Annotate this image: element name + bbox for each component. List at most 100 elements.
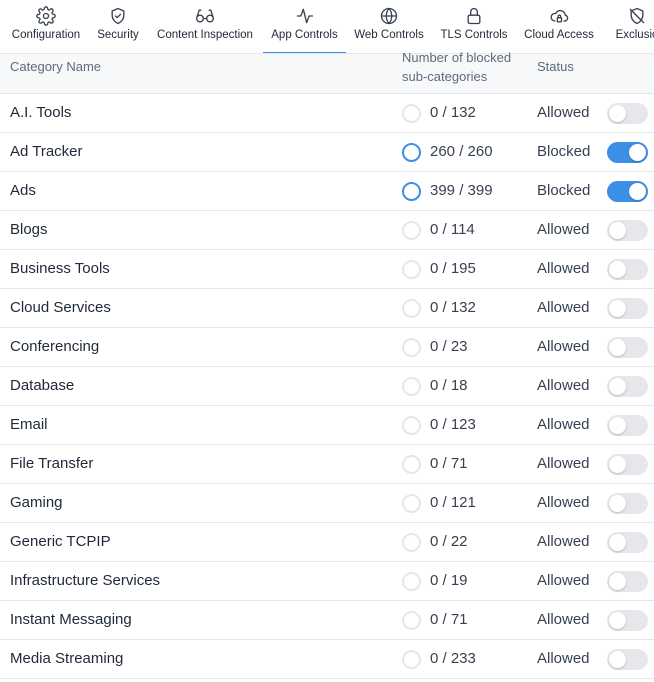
gear-icon <box>36 6 56 26</box>
block-toggle[interactable] <box>607 181 648 202</box>
blocked-progress-ring <box>402 377 421 396</box>
status-text: Allowed <box>537 260 590 277</box>
tab-tls-controls[interactable]: TLS Controls <box>438 0 510 53</box>
category-name: Blogs <box>10 221 48 238</box>
toggle-knob <box>609 378 626 395</box>
blocked-progress-ring <box>402 572 421 591</box>
status-text: Allowed <box>537 494 590 511</box>
toggle-knob <box>609 105 626 122</box>
category-name: Business Tools <box>10 260 110 277</box>
blocked-progress-ring <box>402 455 421 474</box>
tab-content-inspection[interactable]: Content Inspection <box>153 0 257 53</box>
block-toggle[interactable] <box>607 610 648 631</box>
status-text: Allowed <box>537 416 590 433</box>
blocked-count: 0 / 18 <box>430 377 468 394</box>
table-row[interactable]: Database 0 / 18 Allowed <box>0 367 654 406</box>
table-row[interactable]: Blogs 0 / 114 Allowed <box>0 211 654 250</box>
table-row[interactable]: Email 0 / 123 Allowed <box>0 406 654 445</box>
block-toggle[interactable] <box>607 142 648 163</box>
lock-icon <box>467 7 481 25</box>
blocked-count: 0 / 121 <box>430 494 476 511</box>
shield-off-icon <box>629 7 645 25</box>
block-toggle[interactable] <box>607 103 648 124</box>
category-name: Ad Tracker <box>10 143 83 160</box>
blocked-progress-ring <box>402 182 421 201</box>
toggle-knob <box>609 261 626 278</box>
column-header-blocked-count[interactable]: Number of blocked sub-categories <box>402 48 532 86</box>
blocked-count: 399 / 399 <box>430 182 493 199</box>
toggle-knob <box>609 573 626 590</box>
toggle-knob <box>609 612 626 629</box>
toggle-knob <box>609 339 626 356</box>
block-toggle[interactable] <box>607 337 648 358</box>
column-header-status[interactable]: Status <box>537 59 574 74</box>
block-toggle[interactable] <box>607 571 648 592</box>
block-toggle[interactable] <box>607 532 648 553</box>
block-toggle[interactable] <box>607 649 648 670</box>
tab-exclusions[interactable]: Exclusio <box>608 0 654 53</box>
blocked-progress-ring <box>402 299 421 318</box>
tab-cloud-access[interactable]: Cloud Access <box>520 0 598 53</box>
block-toggle[interactable] <box>607 493 648 514</box>
tab-label: Content Inspection <box>157 29 253 41</box>
tab-label: Security <box>97 29 139 41</box>
category-name: A.I. Tools <box>10 104 72 121</box>
blocked-count: 0 / 132 <box>430 104 476 121</box>
glasses-icon <box>196 9 214 23</box>
category-name: Generic TCPIP <box>10 533 111 550</box>
status-text: Allowed <box>537 572 590 589</box>
toggle-knob <box>609 222 626 239</box>
blocked-count: 0 / 23 <box>430 338 468 355</box>
block-toggle[interactable] <box>607 376 648 397</box>
table-row[interactable]: Ads 399 / 399 Blocked <box>0 172 654 211</box>
column-header-line: Number of blocked <box>402 50 512 65</box>
status-text: Allowed <box>537 377 590 394</box>
blocked-count: 0 / 19 <box>430 572 468 589</box>
tab-app-controls[interactable]: App Controls <box>263 0 346 53</box>
blocked-progress-ring <box>402 494 421 513</box>
tab-label: TLS Controls <box>440 29 508 41</box>
toggle-knob <box>609 534 626 551</box>
blocked-count: 0 / 71 <box>430 455 468 472</box>
tab-web-controls[interactable]: Web Controls <box>352 0 426 53</box>
block-toggle[interactable] <box>607 454 648 475</box>
block-toggle[interactable] <box>607 259 648 280</box>
blocked-count: 0 / 22 <box>430 533 468 550</box>
column-header-category-name[interactable]: Category Name <box>10 59 101 74</box>
category-name: Ads <box>10 182 36 199</box>
status-text: Allowed <box>537 221 590 238</box>
tab-configuration[interactable]: Configuration <box>8 0 84 53</box>
tab-label: Configuration <box>11 29 81 41</box>
blocked-progress-ring <box>402 416 421 435</box>
table-row[interactable]: A.I. Tools 0 / 132 Allowed <box>0 94 654 133</box>
table-row[interactable]: Generic TCPIP 0 / 22 Allowed <box>0 523 654 562</box>
status-text: Allowed <box>537 338 590 355</box>
table-row[interactable]: Media Streaming 0 / 233 Allowed <box>0 640 654 679</box>
blocked-count: 0 / 195 <box>430 260 476 277</box>
table-row[interactable]: Conferencing 0 / 23 Allowed <box>0 328 654 367</box>
block-toggle[interactable] <box>607 415 648 436</box>
table-row[interactable]: Instant Messaging 0 / 71 Allowed <box>0 601 654 640</box>
table-row[interactable]: Ad Tracker 260 / 260 Blocked <box>0 133 654 172</box>
tab-security[interactable]: Security <box>93 0 143 53</box>
toggle-knob <box>629 183 646 200</box>
block-toggle[interactable] <box>607 298 648 319</box>
table-header: Category Name Number of blocked sub-cate… <box>0 50 654 94</box>
table-row[interactable]: Business Tools 0 / 195 Allowed <box>0 250 654 289</box>
table-row[interactable]: Gaming 0 / 121 Allowed <box>0 484 654 523</box>
status-text: Allowed <box>537 611 590 628</box>
category-name: Instant Messaging <box>10 611 132 628</box>
blocked-count: 0 / 71 <box>430 611 468 628</box>
category-name: Media Streaming <box>10 650 124 667</box>
category-name: Conferencing <box>10 338 100 355</box>
blocked-count: 260 / 260 <box>430 143 493 160</box>
toggle-knob <box>609 495 626 512</box>
block-toggle[interactable] <box>607 220 648 241</box>
status-text: Blocked <box>537 182 591 199</box>
table-row[interactable]: File Transfer 0 / 71 Allowed <box>0 445 654 484</box>
tab-label: App Controls <box>271 29 338 41</box>
table-row[interactable]: Cloud Services 0 / 132 Allowed <box>0 289 654 328</box>
status-text: Allowed <box>537 533 590 550</box>
table-row[interactable]: Infrastructure Services 0 / 19 Allowed <box>0 562 654 601</box>
blocked-progress-ring <box>402 221 421 240</box>
